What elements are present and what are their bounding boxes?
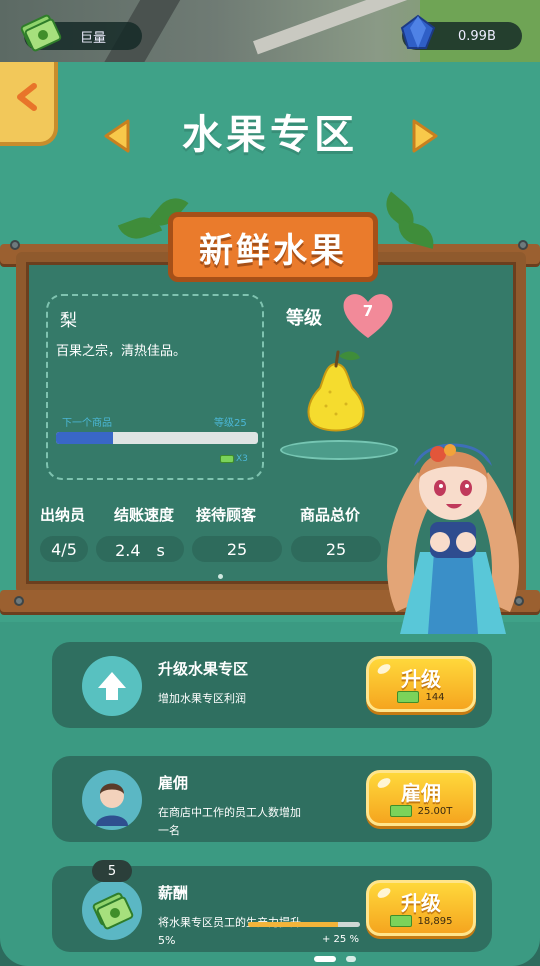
worker-avatar-icon [96, 783, 128, 826]
salary-level-badge: 5 [92, 860, 132, 882]
upgrade-cost: 144 [369, 691, 473, 703]
chevron-left-icon [17, 83, 37, 111]
card-icon [82, 656, 142, 716]
bolt-icon [14, 596, 24, 606]
stat-label-cashiers: 出纳员 [40, 506, 86, 524]
stat-label-total-price: 商品总价 [300, 506, 361, 524]
item-description: 百果之宗，清热佳品。 [56, 344, 187, 359]
stat-value-total-price: 25 [291, 536, 381, 562]
back-button[interactable] [0, 70, 54, 124]
fruit-section-panel: 水果专区 新鲜水果 梨 百果之宗，清热佳品。 下一个商品 等级25 X3 等级 … [0, 62, 540, 966]
salary-upgrade-button[interactable]: 升级 18,895 [366, 880, 476, 936]
next-item-label: 下一个商品 [62, 418, 112, 429]
category-sign: 新鲜水果 [168, 212, 378, 282]
upgrade-cost-value: 144 [425, 691, 445, 703]
grade-label: 等级 [286, 308, 322, 329]
salary-progress-fill [248, 922, 338, 927]
stat-label-checkout-speed: 结账速度 [114, 506, 175, 524]
stat-value-customers: 25 [192, 536, 282, 562]
cash-resource-label: 巨量 [80, 30, 107, 46]
stat-label-customers: 接待顾客 [196, 506, 257, 524]
scroll-indicator [314, 956, 336, 962]
cash-stack-icon [20, 14, 62, 52]
card-title: 雇佣 [158, 774, 189, 792]
stat-value-cashiers: 4/5 [40, 536, 88, 562]
salary-progress-bar [248, 922, 360, 927]
bolt-icon [10, 240, 20, 250]
card-description: 增加水果专区利润 [158, 692, 246, 705]
blue-gem-icon [400, 14, 436, 49]
gem-resource-value: 0.99B [458, 28, 496, 44]
salary-cost: 18,895 [369, 915, 473, 927]
salary-cost-value: 18,895 [417, 915, 453, 927]
item-name: 梨 [60, 311, 77, 331]
page-title: 水果专区 [182, 112, 358, 158]
card-icon [82, 770, 142, 830]
cash-icon [389, 915, 412, 927]
arrow-up-icon [98, 672, 126, 700]
next-section-arrow[interactable] [410, 118, 440, 154]
scroll-indicator [346, 956, 356, 962]
hire-button-label: 雇佣 [401, 781, 441, 805]
item-info-box [46, 294, 264, 480]
shopkeeper-character [387, 443, 519, 634]
cash-stack-icon [92, 892, 134, 930]
pear-icon [307, 350, 365, 432]
world-view: 巨量 0.99B [0, 0, 540, 62]
card-icon [82, 880, 142, 940]
bolt-icon [518, 240, 528, 250]
upgrade-button-label: 升级 [401, 667, 441, 691]
card-title: 薪酬 [158, 884, 189, 902]
cash-resource[interactable]: 巨量 [20, 14, 142, 52]
upgrade-button[interactable]: 升级 144 [366, 656, 476, 712]
salary-progress-text: + 25 % [322, 934, 359, 945]
hire-cost: 25.00T [369, 805, 473, 817]
item-progress-bar [56, 432, 258, 444]
cash-icon [397, 691, 420, 703]
hire-card: 雇佣 在商店中工作的员工人数增加一名 雇佣 25.00T [52, 756, 492, 842]
multiplier-value: X3 [236, 454, 248, 464]
card-description: 在商店中工作的员工人数增加一名 [158, 806, 301, 837]
salary-button-label: 升级 [401, 891, 441, 915]
card-title: 升级水果专区 [158, 660, 249, 678]
stat-value-checkout-speed: 2.4 s [96, 536, 184, 562]
hire-cost-value: 25.00T [417, 805, 453, 817]
page-dot [218, 574, 223, 579]
cash-icon [389, 805, 412, 817]
cash-icon [220, 455, 234, 463]
card-description: 将水果专区员工的生产力提升5% [158, 916, 301, 947]
upgrade-section-card: 升级水果专区 增加水果专区利润 升级 144 [52, 642, 492, 728]
prev-section-arrow[interactable] [102, 118, 132, 154]
item-progress-fill [56, 432, 113, 444]
multiplier-reward: X3 [220, 454, 248, 464]
next-item-level: 等级25 [214, 418, 247, 429]
gem-resource[interactable]: 0.99B [400, 14, 522, 50]
grade-value: 7 [362, 302, 374, 320]
hire-button[interactable]: 雇佣 25.00T [366, 770, 476, 826]
